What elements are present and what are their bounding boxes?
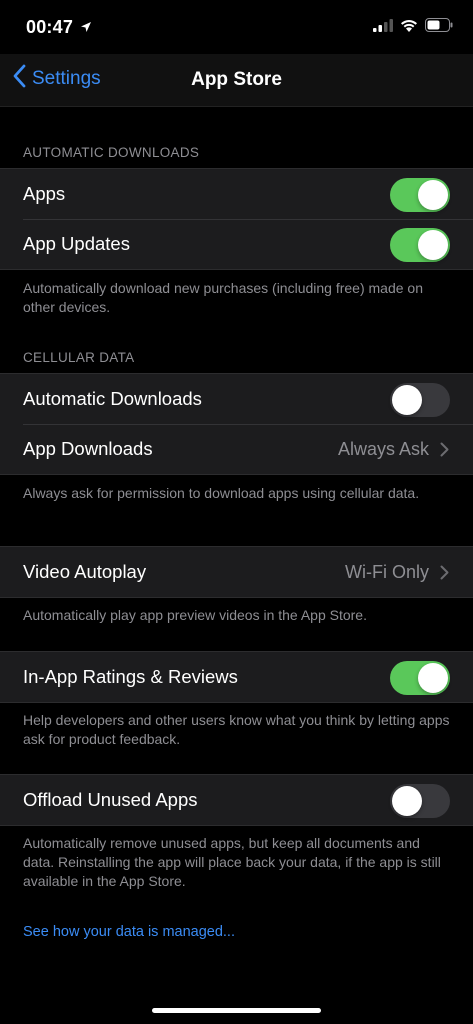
cellular-signal-icon (373, 18, 393, 37)
section-header-cellular-data: CELLULAR DATA (23, 350, 135, 365)
footer-automatic-downloads: Automatically download new purchases (in… (23, 280, 423, 315)
chevron-right-icon (440, 565, 449, 585)
chevron-right-icon (440, 442, 449, 462)
page-title: App Store (191, 69, 282, 90)
toggle-knob (418, 230, 448, 260)
row-offload-unused-apps: Offload Unused Apps (0, 775, 473, 825)
automatic-downloads-group: Apps App Updates (0, 168, 473, 270)
toggle-knob (392, 786, 422, 816)
footer-video-autoplay: Automatically play app preview videos in… (23, 607, 367, 623)
toggle-knob (418, 663, 448, 693)
toggle-knob (418, 180, 448, 210)
automatic-downloads-toggle[interactable] (390, 383, 450, 417)
row-label-in-app-ratings: In-App Ratings & Reviews (23, 666, 238, 687)
status-bar: 00:47 (0, 0, 473, 54)
row-app-updates: App Updates (0, 219, 473, 269)
apps-toggle[interactable] (390, 178, 450, 212)
offload-unused-apps-toggle[interactable] (390, 784, 450, 818)
app-updates-toggle[interactable] (390, 228, 450, 262)
app-store-settings-screen: 00:47 Settings App Store AUTOMATIC DOWNL… (0, 0, 473, 1024)
row-label-app-downloads: App Downloads (23, 438, 153, 459)
video-autoplay-value: Wi-Fi Only (345, 562, 429, 582)
row-label-offload-unused-apps: Offload Unused Apps (23, 789, 198, 810)
row-apps: Apps (0, 169, 473, 219)
status-icons (373, 18, 453, 37)
video-autoplay-group: Video Autoplay Wi-Fi Only (0, 546, 473, 598)
row-in-app-ratings: In-App Ratings & Reviews (0, 652, 473, 702)
row-video-autoplay[interactable]: Video Autoplay Wi-Fi Only (0, 547, 473, 597)
offload-group: Offload Unused Apps (0, 774, 473, 826)
toggle-knob (392, 385, 422, 415)
battery-icon (425, 18, 453, 37)
app-downloads-value: Always Ask (337, 439, 429, 459)
wifi-icon (400, 19, 418, 37)
footer-in-app-ratings: Help developers and other users know wha… (23, 712, 450, 747)
navigation-bar: Settings App Store (0, 54, 473, 107)
cellular-data-group: Automatic Downloads App Downloads Always… (0, 373, 473, 475)
row-label-automatic-downloads: Automatic Downloads (23, 388, 202, 409)
location-arrow-icon (80, 20, 92, 38)
row-label-video-autoplay: Video Autoplay (23, 561, 147, 582)
data-management-link[interactable]: See how your data is managed... (23, 924, 235, 940)
footer-cellular-data: Always ask for permission to download ap… (23, 485, 420, 501)
status-time: 00:47 (26, 17, 74, 37)
home-indicator[interactable] (152, 1008, 321, 1013)
section-header-automatic-downloads: AUTOMATIC DOWNLOADS (23, 145, 200, 160)
footer-offload-unused-apps: Automatically remove unused apps, but ke… (23, 835, 441, 889)
row-app-downloads[interactable]: App Downloads Always Ask (0, 424, 473, 474)
row-label-app-updates: App Updates (23, 233, 130, 254)
row-label-apps: Apps (23, 183, 66, 204)
in-app-ratings-toggle[interactable] (390, 661, 450, 695)
ratings-group: In-App Ratings & Reviews (0, 651, 473, 703)
row-automatic-downloads: Automatic Downloads (0, 374, 473, 424)
